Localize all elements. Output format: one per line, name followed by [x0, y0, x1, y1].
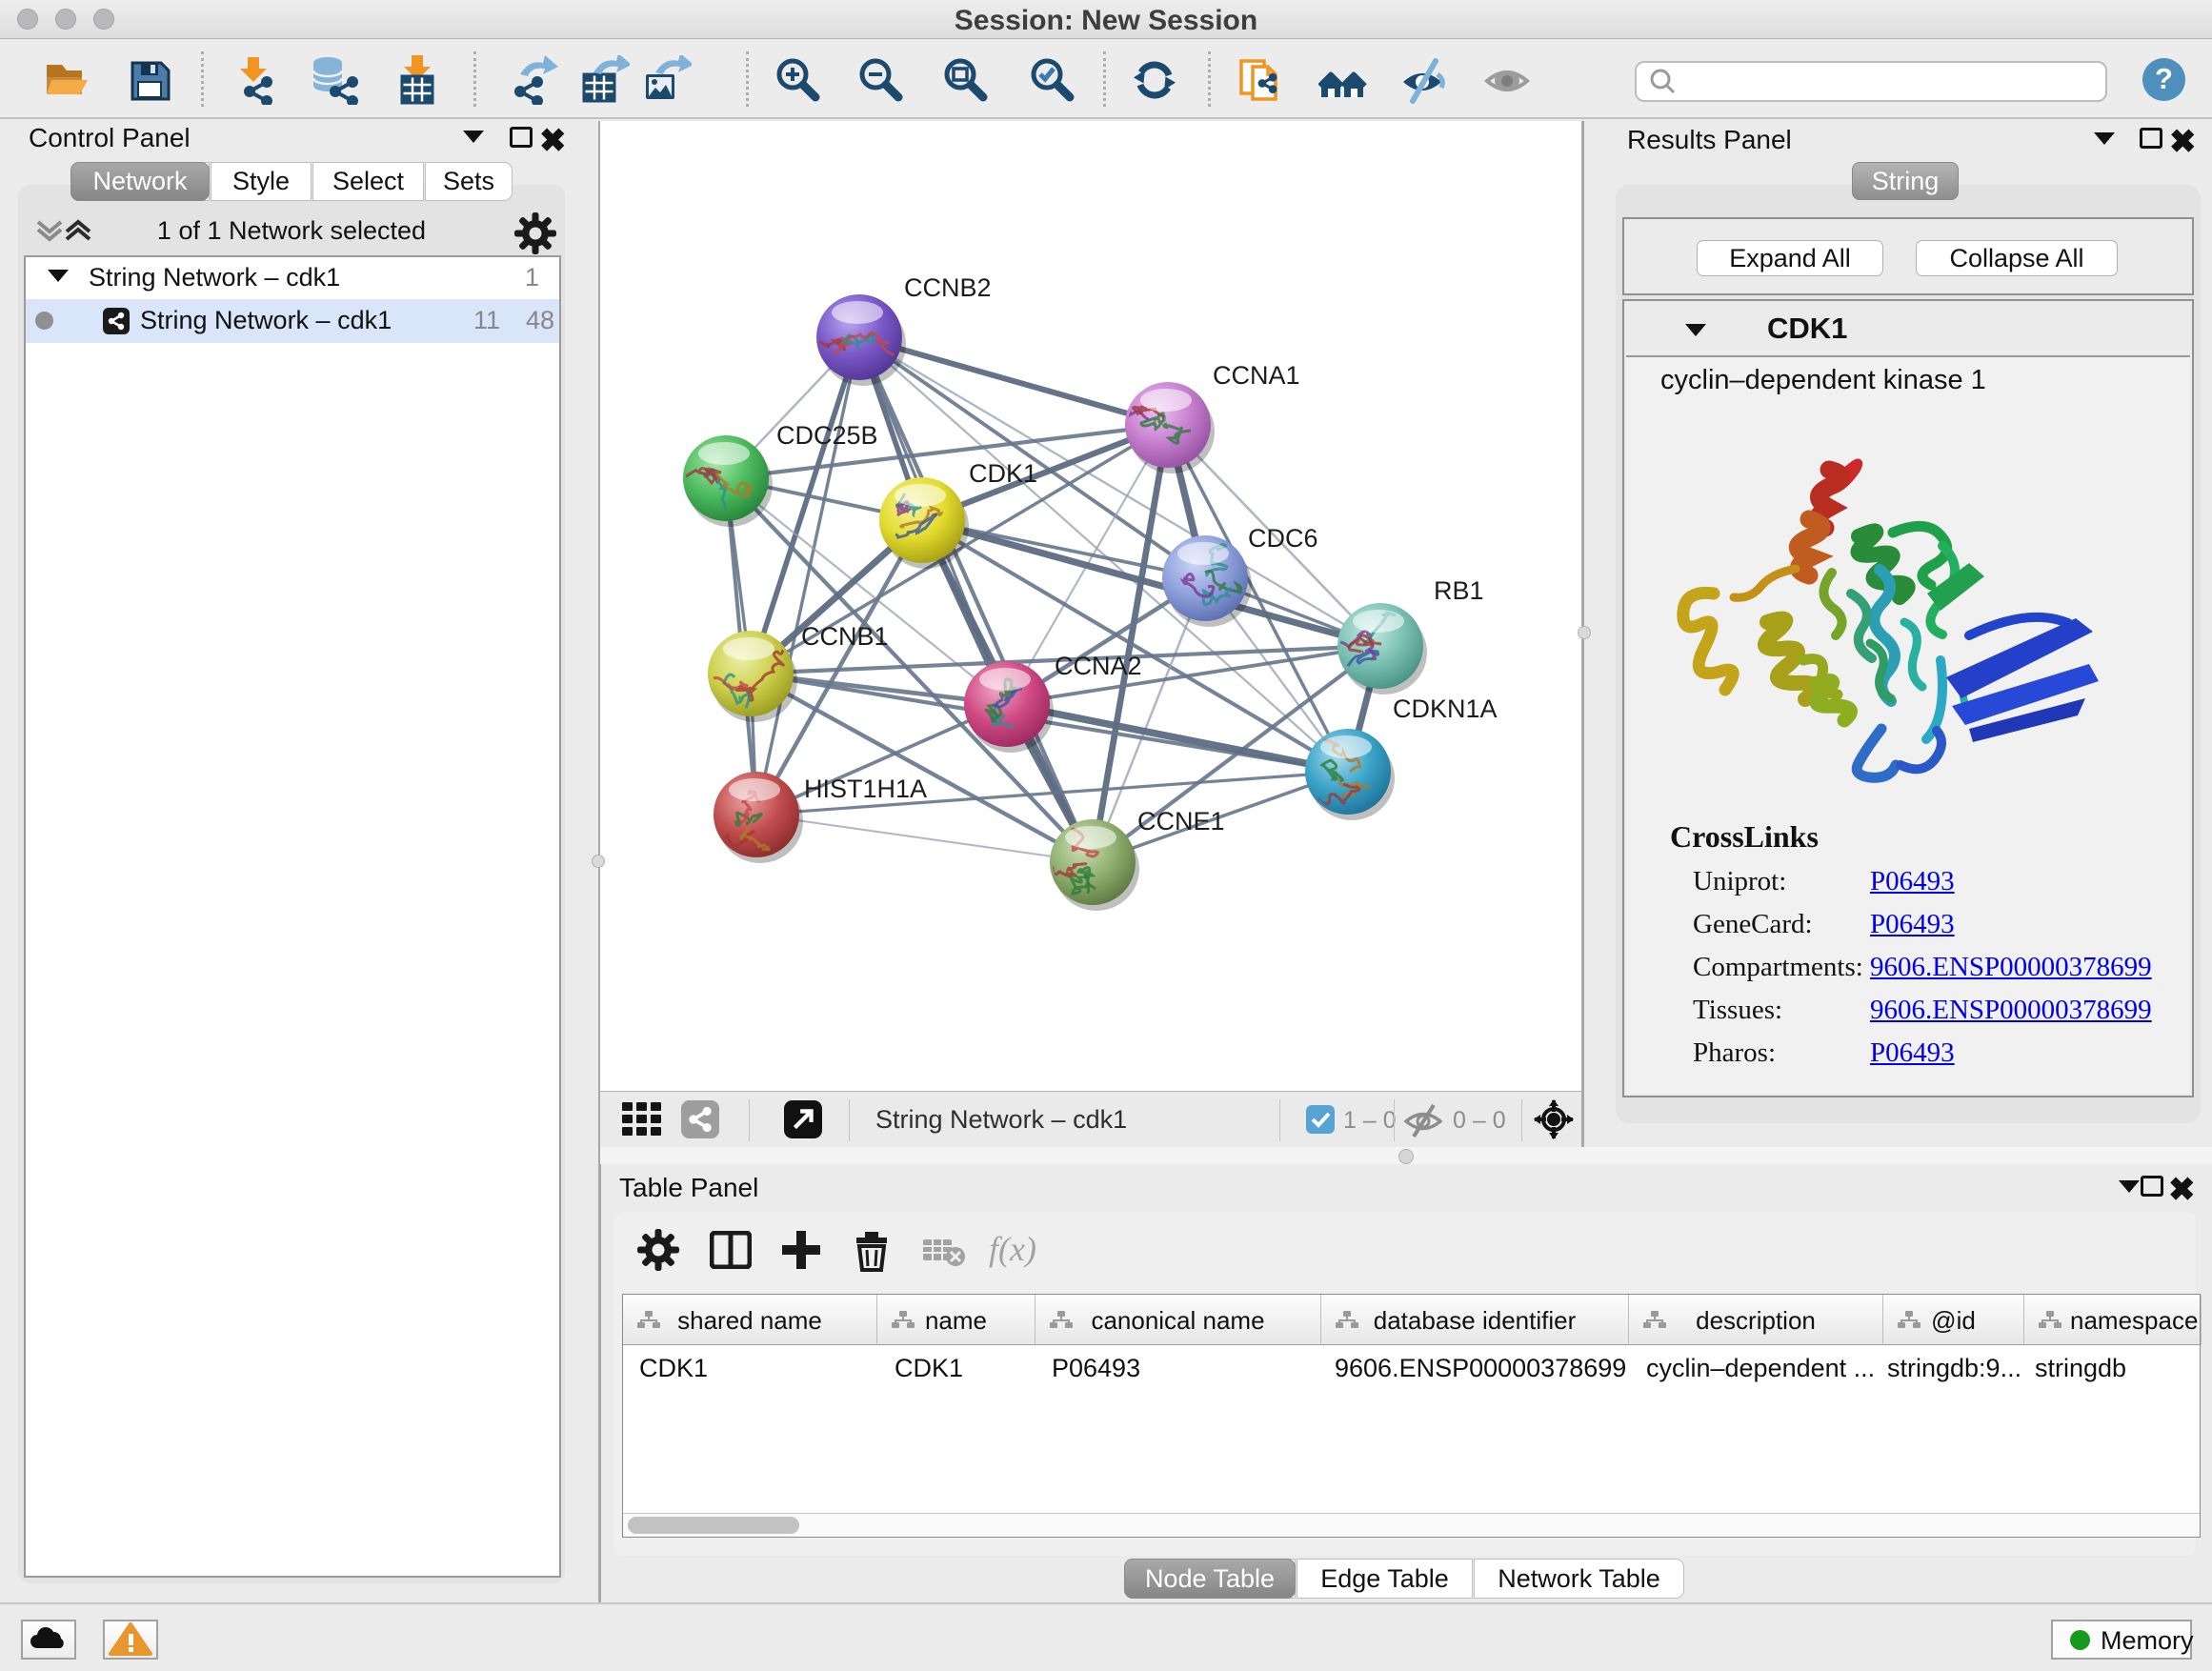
svg-text:CCNA2: CCNA2	[1055, 652, 1142, 680]
svg-text:CDC25B: CDC25B	[776, 421, 878, 450]
svg-text:CCNB1: CCNB1	[801, 622, 889, 651]
svg-text:CCNE1: CCNE1	[1137, 807, 1225, 836]
svg-text:HIST1H1A: HIST1H1A	[804, 775, 927, 803]
svg-text:RB1: RB1	[1434, 576, 1484, 605]
svg-text:CCNB2: CCNB2	[904, 273, 992, 302]
svg-text:CDKN1A: CDKN1A	[1393, 695, 1498, 723]
svg-text:CCNA1: CCNA1	[1213, 361, 1300, 390]
svg-text:CDK1: CDK1	[969, 459, 1037, 488]
svg-text:CDC6: CDC6	[1248, 524, 1318, 553]
